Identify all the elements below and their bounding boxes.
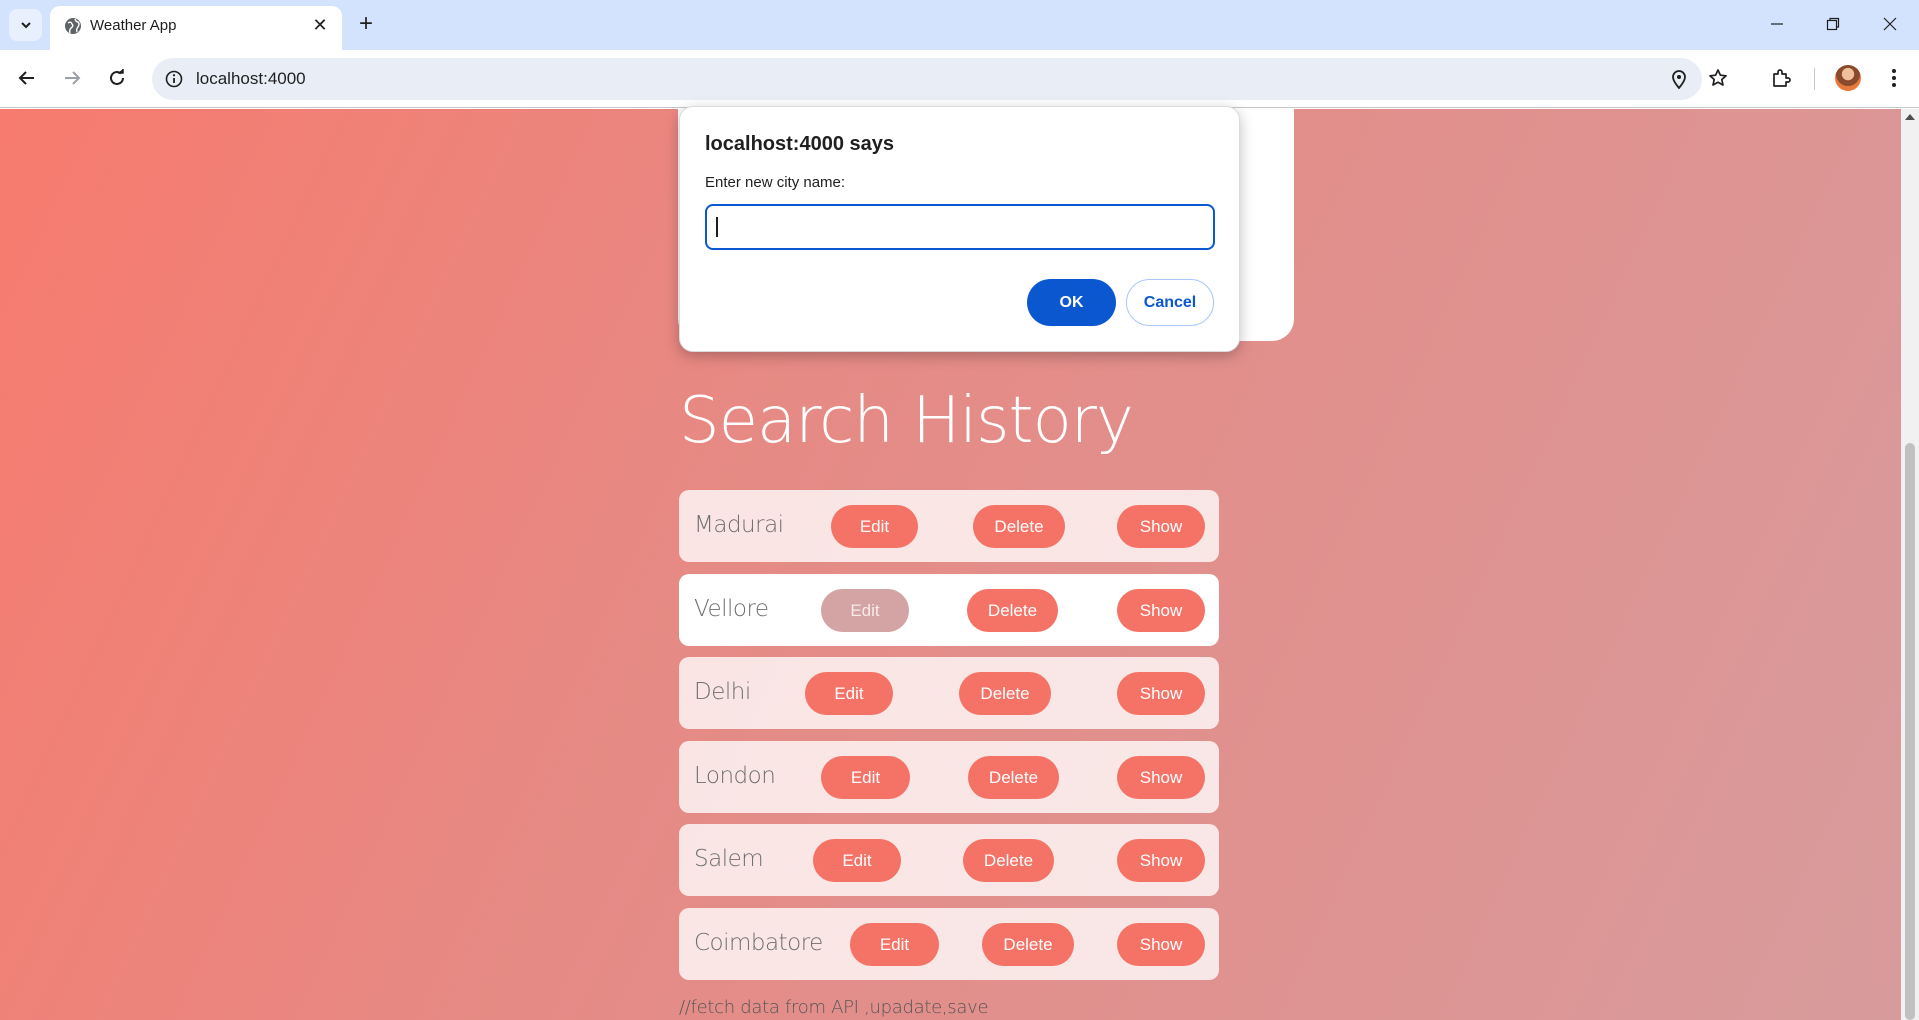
extensions-icon[interactable]	[1766, 63, 1796, 93]
city-name: Salem	[694, 846, 764, 872]
history-row: Vellore Edit Delete Show	[679, 574, 1219, 646]
forward-button[interactable]	[56, 62, 88, 94]
delete-button[interactable]: Delete	[963, 839, 1054, 882]
menu-kebab-icon[interactable]	[1879, 63, 1909, 93]
address-bar[interactable]: localhost:4000	[152, 58, 1702, 100]
location-icon[interactable]	[1667, 67, 1691, 91]
show-button[interactable]: Show	[1117, 589, 1205, 632]
show-button[interactable]: Show	[1117, 923, 1205, 966]
dialog-message: Enter new city name:	[705, 174, 846, 191]
city-name: Vellore	[694, 596, 769, 622]
history-row: Salem Edit Delete Show	[679, 824, 1219, 896]
reload-button[interactable]	[101, 62, 133, 94]
scrollbar-thumb[interactable]	[1905, 443, 1915, 1020]
close-icon	[1883, 17, 1897, 31]
show-button[interactable]: Show	[1117, 505, 1205, 548]
city-name: London	[694, 763, 776, 789]
url-text[interactable]: localhost:4000	[196, 69, 306, 89]
history-row: Coimbatore Edit Delete Show	[679, 908, 1219, 980]
city-name: Coimbatore	[694, 930, 823, 956]
show-button[interactable]: Show	[1117, 672, 1205, 715]
browser-toolbar: localhost:4000	[0, 50, 1919, 108]
show-button[interactable]: Show	[1117, 839, 1205, 882]
city-name-input[interactable]	[705, 204, 1215, 250]
tab-title: Weather App	[90, 17, 177, 34]
edit-button[interactable]: Edit	[821, 589, 909, 632]
search-history-title: Search History	[679, 384, 1134, 458]
delete-button[interactable]: Delete	[959, 672, 1051, 715]
new-tab-button[interactable]: +	[352, 10, 380, 38]
edit-button[interactable]: Edit	[850, 923, 939, 966]
delete-button[interactable]: Delete	[982, 923, 1074, 966]
back-button[interactable]	[11, 62, 43, 94]
page-scrollbar[interactable]	[1901, 109, 1919, 1020]
scroll-up-arrow-icon[interactable]	[1904, 112, 1916, 122]
arrow-right-icon	[65, 71, 81, 85]
city-name: Madurai	[694, 512, 784, 538]
ok-button[interactable]: OK	[1027, 279, 1116, 326]
minimize-icon	[1771, 23, 1783, 25]
show-button[interactable]: Show	[1117, 756, 1205, 799]
edit-button[interactable]: Edit	[821, 756, 910, 799]
close-window-button[interactable]	[1870, 8, 1910, 40]
bookmark-star-icon[interactable]	[1703, 63, 1733, 93]
edit-button[interactable]: Edit	[805, 672, 893, 715]
reload-icon	[110, 69, 124, 85]
restore-button[interactable]	[1813, 8, 1853, 40]
toolbar-divider	[1814, 68, 1815, 90]
tab-strip: Weather App ✕ +	[0, 0, 1919, 50]
history-row: London Edit Delete Show	[679, 741, 1219, 813]
prompt-dialog: localhost:4000 says Enter new city name:…	[679, 106, 1240, 352]
text-cursor	[716, 217, 718, 237]
cancel-button[interactable]: Cancel	[1126, 279, 1214, 326]
dialog-title: localhost:4000 says	[705, 133, 894, 155]
code-comment-text: //fetch data from API ,upadate,save	[679, 997, 989, 1018]
history-row: Delhi Edit Delete Show	[679, 657, 1219, 729]
arrow-left-icon	[18, 71, 34, 85]
restore-icon	[1826, 17, 1840, 31]
city-name: Delhi	[694, 679, 751, 705]
site-info-icon[interactable]	[162, 67, 186, 91]
delete-button[interactable]: Delete	[968, 756, 1059, 799]
tab-close-icon[interactable]: ✕	[308, 13, 332, 37]
edit-button[interactable]: Edit	[813, 839, 901, 882]
delete-button[interactable]: Delete	[967, 589, 1058, 632]
delete-button[interactable]: Delete	[973, 505, 1065, 548]
tab-search-button[interactable]	[9, 9, 42, 41]
edit-button[interactable]: Edit	[831, 505, 918, 548]
active-tab[interactable]: Weather App ✕	[50, 6, 342, 50]
minimize-button[interactable]	[1757, 8, 1797, 40]
chevron-down-icon	[20, 22, 31, 29]
globe-icon	[65, 18, 81, 34]
history-row: Madurai Edit Delete Show	[679, 490, 1219, 562]
avatar[interactable]	[1835, 65, 1861, 91]
